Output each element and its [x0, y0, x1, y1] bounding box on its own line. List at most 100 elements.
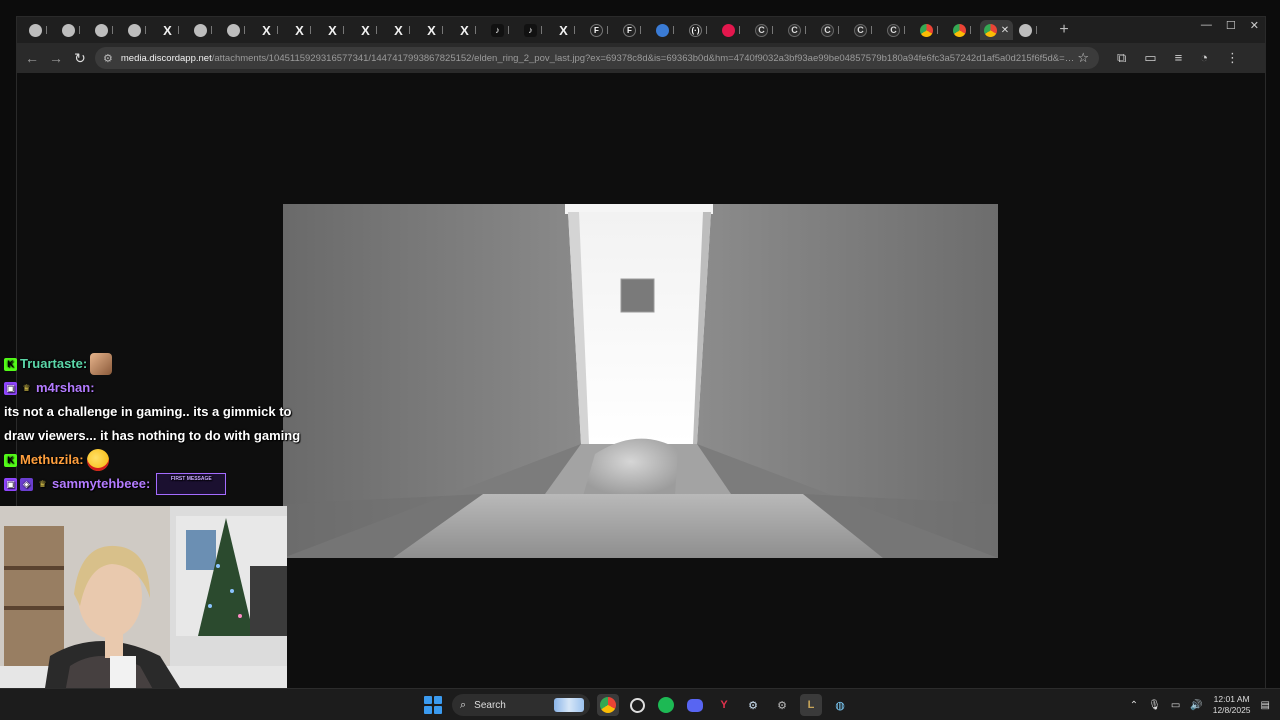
- browser-tab[interactable]: (·): [683, 20, 716, 40]
- search-icon: ⌕: [460, 698, 467, 711]
- chrome-app[interactable]: [597, 694, 619, 716]
- arrow-left-icon: ←: [25, 50, 39, 66]
- close-window-button[interactable]: ✕: [1250, 19, 1259, 32]
- steam-app[interactable]: ⚙: [742, 694, 764, 716]
- browser-tab[interactable]: [188, 20, 221, 40]
- browser-tab[interactable]: F: [617, 20, 650, 40]
- google-icon: [920, 23, 933, 37]
- tab-separator: [310, 26, 314, 34]
- chat-message: ▣ ♛ m4rshan: its not a challenge in gami…: [4, 376, 304, 448]
- tab-separator: [970, 26, 974, 34]
- browser-tab[interactable]: X: [320, 20, 353, 40]
- browser-tab[interactable]: C: [749, 20, 782, 40]
- browser-tab[interactable]: C: [815, 20, 848, 40]
- browser-tab[interactable]: X: [419, 20, 452, 40]
- network-icon[interactable]: ▭: [1171, 700, 1180, 711]
- media-icon[interactable]: ≡: [1175, 50, 1183, 66]
- chat-colon: :: [79, 452, 84, 467]
- browser-tab[interactable]: X: [254, 20, 287, 40]
- windows-logo-pane: [424, 706, 432, 714]
- menu-icon[interactable]: ⋮: [1226, 50, 1239, 66]
- browser-tab[interactable]: C: [848, 20, 881, 40]
- site-settings-icon[interactable]: ⚙: [103, 52, 113, 65]
- browser-tab[interactable]: X: [452, 20, 485, 40]
- spotify-icon: [658, 697, 674, 713]
- displayed-image[interactable]: [283, 204, 998, 558]
- extensions-icon[interactable]: ⧉: [1117, 50, 1126, 66]
- obs-app[interactable]: [626, 694, 648, 716]
- gear-icon: ⚙: [777, 699, 787, 712]
- browser-tab[interactable]: [650, 20, 683, 40]
- x-icon: X: [163, 22, 172, 38]
- browser-tab[interactable]: ♪: [518, 20, 551, 40]
- browser-tab[interactable]: [221, 20, 254, 40]
- windows-logo-pane: [434, 696, 442, 704]
- address-bar[interactable]: ⚙ media.discordapp.net /attachments/1045…: [95, 47, 1099, 69]
- clock[interactable]: 12:01 AM 12/8/2025: [1213, 694, 1251, 716]
- browser-toolbar: ← → ↻ ⚙ media.discordapp.net /attachment…: [17, 43, 1265, 73]
- browser-tab[interactable]: [89, 20, 122, 40]
- chevron-up-icon[interactable]: ⌃: [1130, 700, 1138, 711]
- browser-tab[interactable]: [23, 20, 56, 40]
- browser-tab[interactable]: ♪: [485, 20, 518, 40]
- notifications-icon[interactable]: ▤: [1261, 700, 1270, 711]
- clock-date: 12/8/2025: [1212, 705, 1251, 715]
- maximize-button[interactable]: ☐: [1226, 19, 1236, 32]
- browser-tab[interactable]: X: [353, 20, 386, 40]
- tab-separator: [541, 26, 545, 34]
- browser-tab[interactable]: X: [287, 20, 320, 40]
- bookmark-star-icon[interactable]: ☆: [1077, 50, 1089, 66]
- app-y[interactable]: Y: [713, 694, 735, 716]
- new-tab-button[interactable]: +: [1054, 20, 1074, 40]
- browser-tab[interactable]: X: [386, 20, 419, 40]
- browser-tab[interactable]: [947, 20, 980, 40]
- globe-icon: [227, 23, 240, 37]
- tiktok-icon: ♪: [524, 23, 537, 37]
- tab-separator: [211, 26, 215, 34]
- dark-icon: F: [590, 23, 603, 37]
- forward-button[interactable]: →: [45, 47, 67, 69]
- globe-app[interactable]: ◍: [829, 694, 851, 716]
- browser-tab[interactable]: [914, 20, 947, 40]
- browser-tab[interactable]: [56, 20, 89, 40]
- hallway-render: [283, 204, 998, 558]
- tab-separator: [178, 26, 182, 34]
- reload-icon: ↻: [74, 49, 86, 66]
- spotify-app[interactable]: [655, 694, 677, 716]
- chat-username: Truartaste: [20, 356, 83, 371]
- tab-search-icon[interactable]: ▭: [1144, 50, 1156, 66]
- back-button[interactable]: ←: [21, 47, 43, 69]
- minimize-button[interactable]: —: [1201, 19, 1212, 32]
- settings-app[interactable]: ⚙: [771, 694, 793, 716]
- volume-icon[interactable]: 🔊: [1190, 700, 1202, 711]
- browser-tab[interactable]: [122, 20, 155, 40]
- tab-separator: [376, 26, 380, 34]
- browser-tab[interactable]: ✕: [980, 20, 1013, 40]
- tab-separator: [46, 26, 50, 34]
- profile-icon[interactable]: ◔: [1200, 50, 1208, 66]
- browser-tab[interactable]: X: [155, 20, 188, 40]
- browser-tab[interactable]: [716, 20, 749, 40]
- browser-tab[interactable]: [1013, 20, 1046, 40]
- close-tab-icon[interactable]: ✕: [1001, 25, 1009, 36]
- microphone-icon[interactable]: 🎙: [1148, 700, 1161, 711]
- browser-tab[interactable]: C: [782, 20, 815, 40]
- start-button[interactable]: [424, 696, 442, 714]
- tab-separator: [574, 26, 578, 34]
- tab-separator: [805, 26, 809, 34]
- kick-badge-icon: K: [4, 357, 17, 371]
- browser-tab[interactable]: C: [881, 20, 914, 40]
- reload-button[interactable]: ↻: [69, 47, 91, 69]
- x-icon: X: [262, 22, 271, 38]
- league-app[interactable]: L: [800, 694, 822, 716]
- arrow-right-icon: →: [49, 50, 63, 66]
- browser-tab[interactable]: F: [584, 20, 617, 40]
- browser-tab[interactable]: X: [551, 20, 584, 40]
- chat-message: ▣ ◈ ♛ sammytehbeee: FIRST MESSAGE: [4, 472, 304, 496]
- discord-app[interactable]: [684, 694, 706, 716]
- desktop: X X X X X X X X ♪ ♪ X F F (·) C C C C C ✕ + — ☐ ✕ ← → ↻ ⚙ me…: [0, 0, 1280, 720]
- kick-badge-icon: K: [4, 453, 17, 467]
- tab-separator: [607, 26, 611, 34]
- cc-icon: C: [887, 23, 900, 37]
- taskbar-search[interactable]: ⌕ Search: [452, 694, 590, 716]
